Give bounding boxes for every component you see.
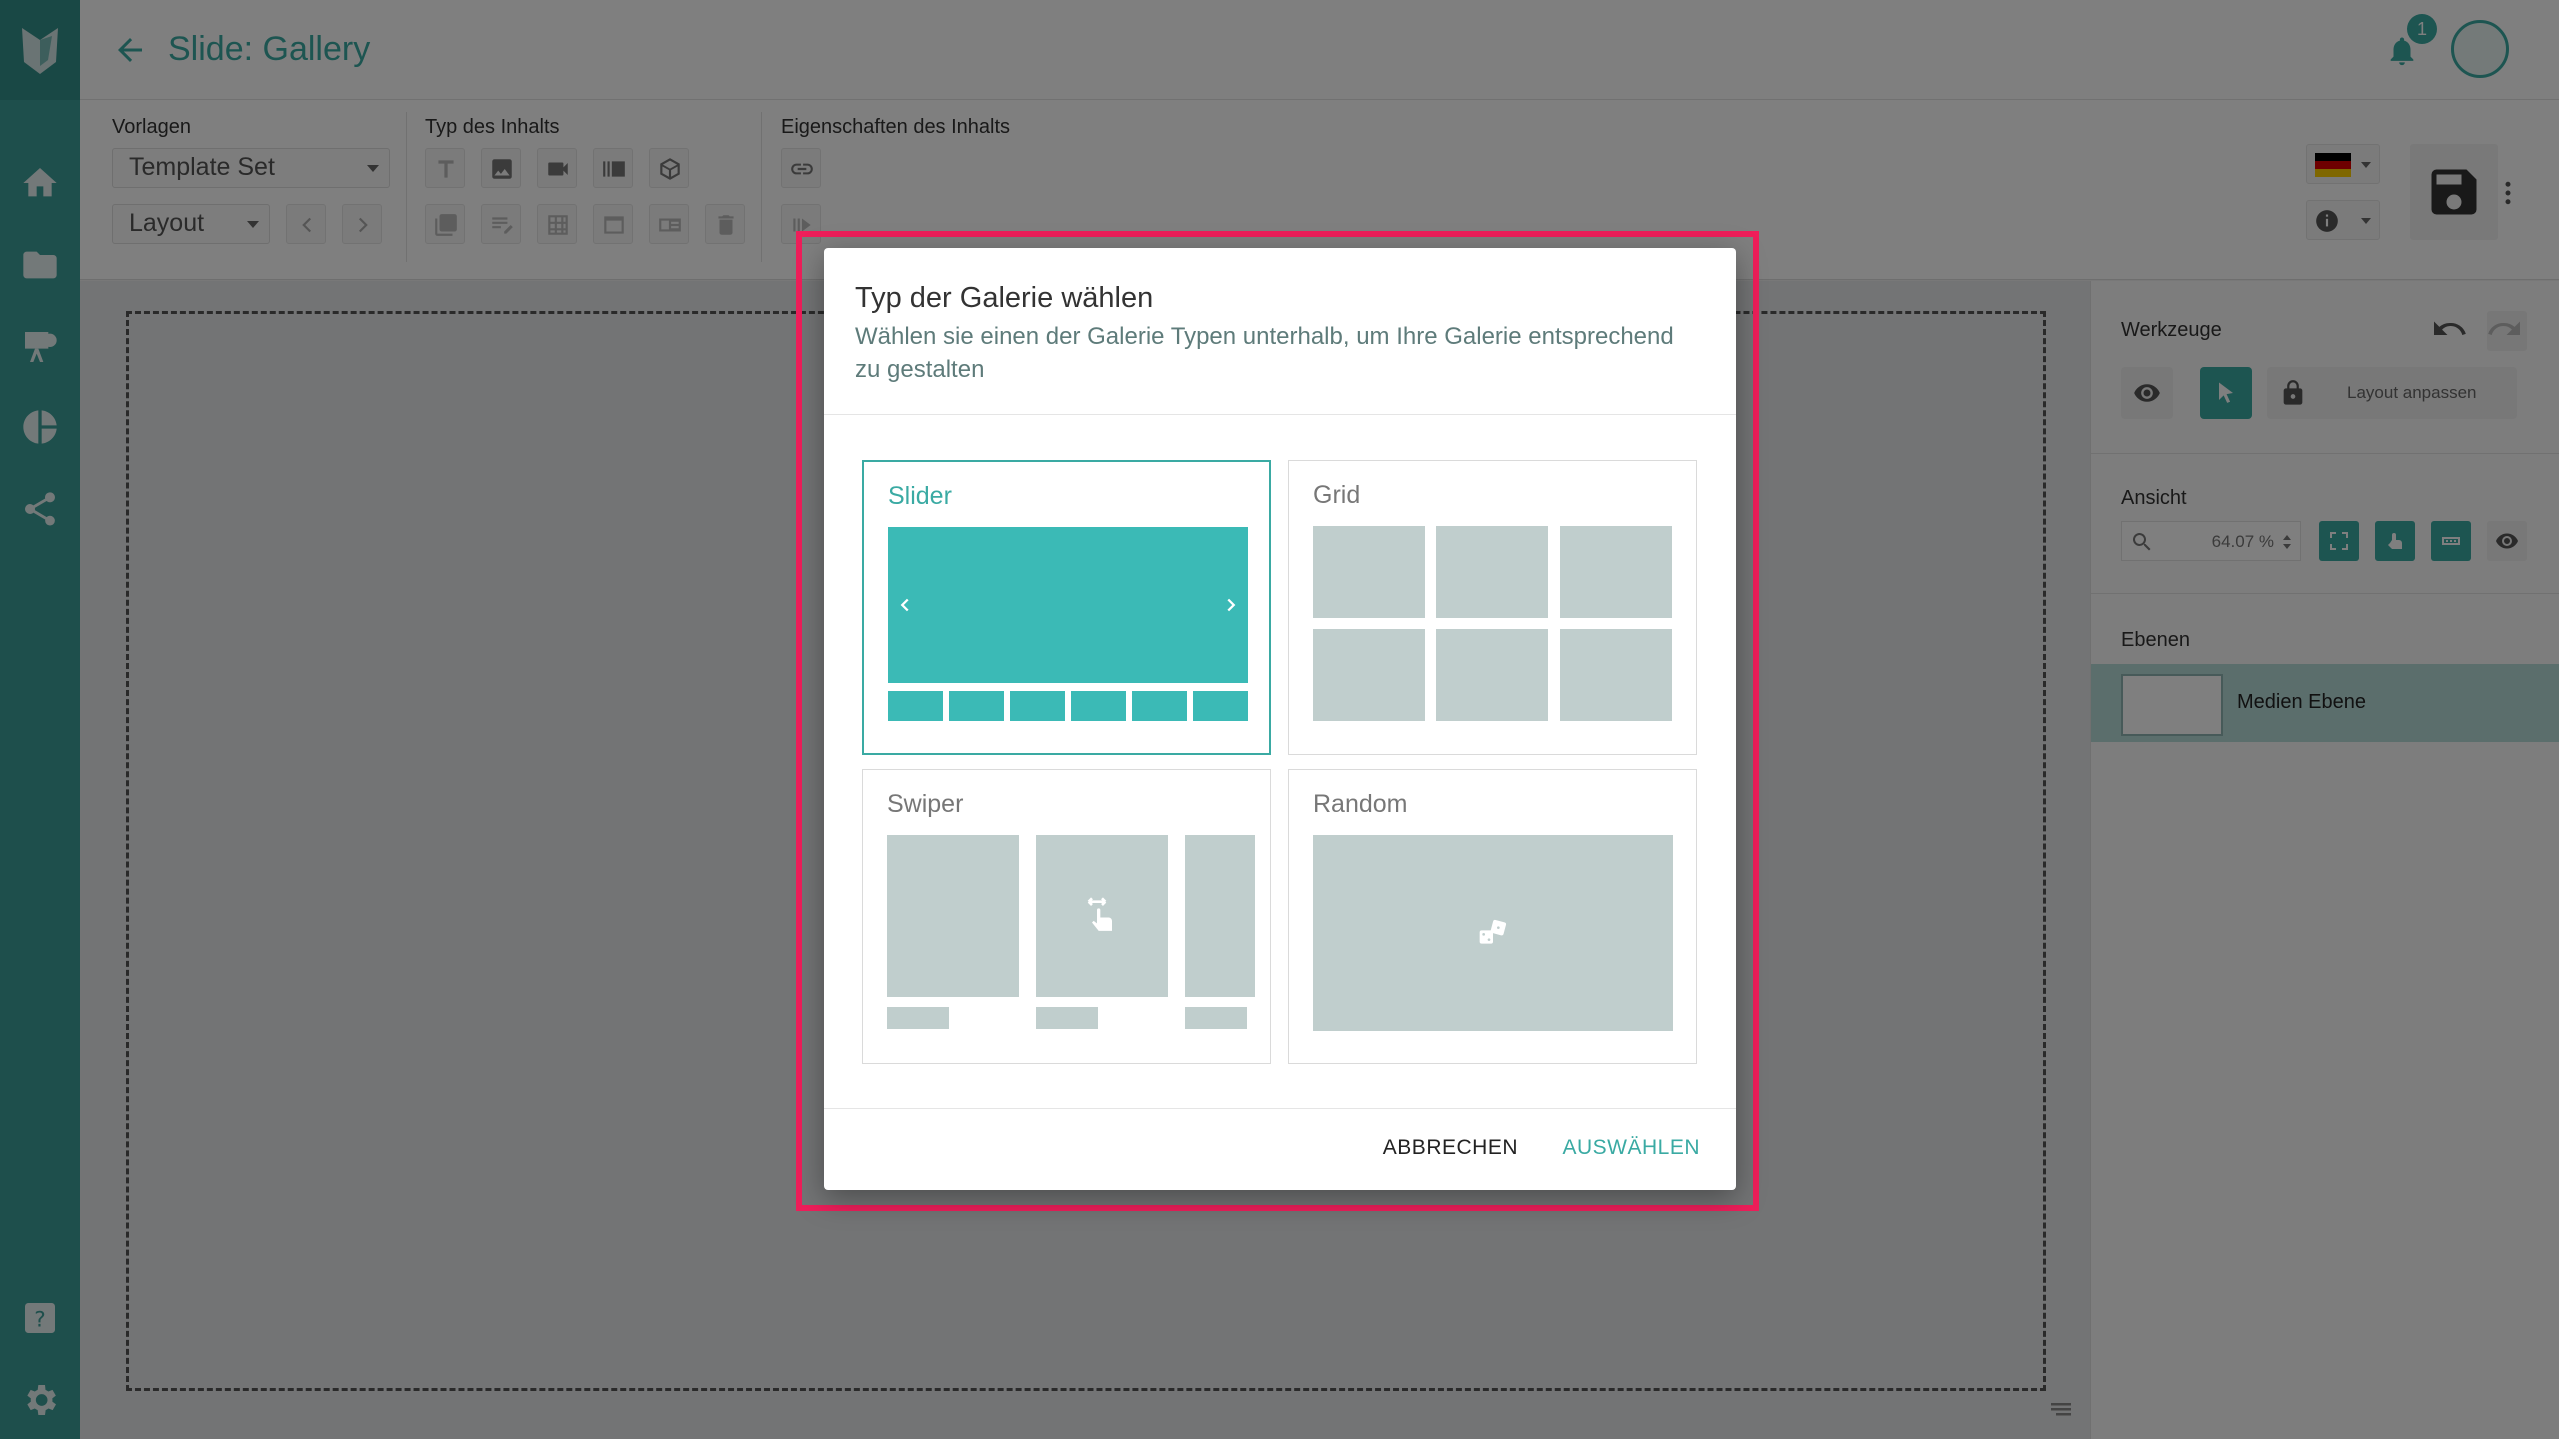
random-preview [1313,835,1673,1031]
dialog-title: Typ der Galerie wählen [855,282,1154,314]
grid-cell [1436,526,1548,618]
select-button[interactable]: AUSWÄHLEN [1562,1136,1700,1160]
grid-cell [1313,629,1425,721]
swiper-caption [1185,1007,1247,1029]
cancel-button[interactable]: ABBRECHEN [1383,1136,1518,1160]
swiper-slide [1185,835,1255,997]
grid-cell [1560,629,1672,721]
dice-icon [1479,919,1507,944]
option-label: Swiper [887,790,964,818]
swiper-caption [1036,1007,1098,1029]
swiper-slide [887,835,1019,997]
option-label: Grid [1313,481,1361,509]
slider-preview [888,527,1248,683]
dialog-actions: ABBRECHEN AUSWÄHLEN [824,1108,1736,1190]
slider-thumbnail [888,691,943,721]
slider-thumbnail [1071,691,1126,721]
slider-thumbnail [1193,691,1248,721]
dialog-subtitle: Wählen sie einen der Galerie Typen unter… [855,323,1674,383]
app-root: ? Slide: Gallery 1 Vorlagen Template Set… [0,0,2559,1439]
slider-thumbnail [1010,691,1065,721]
swiper-slide [1036,835,1168,997]
option-label: Slider [888,482,952,510]
dialog-divider [824,414,1736,415]
option-label: Random [1313,790,1408,818]
gallery-option-random[interactable]: Random [1288,769,1697,1064]
grid-cell [1313,526,1425,618]
swipe-gesture-icon [1087,897,1112,931]
gallery-option-swiper[interactable]: Swiper [862,769,1271,1064]
chevron-left-icon [900,598,909,612]
gallery-type-dialog: Typ der Galerie wählen Wählen sie einen … [824,248,1736,1190]
swiper-caption [887,1007,949,1029]
slider-thumbnail [1132,691,1187,721]
gallery-option-slider[interactable]: Slider [862,460,1271,755]
gallery-option-grid[interactable]: Grid [1288,460,1697,755]
chevron-right-icon [1227,598,1236,612]
slider-thumbnail [949,691,1004,721]
grid-cell [1560,526,1672,618]
grid-cell [1436,629,1548,721]
